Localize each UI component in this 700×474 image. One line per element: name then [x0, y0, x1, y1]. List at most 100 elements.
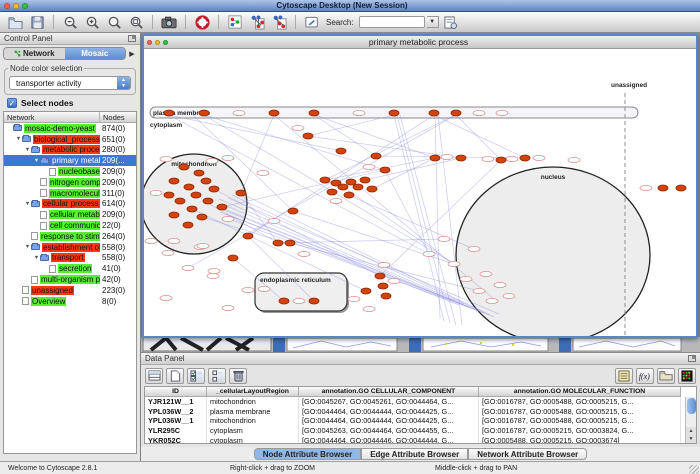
tree-column-nodes[interactable]: Nodes [100, 112, 136, 122]
resize-grip[interactable] [689, 465, 699, 474]
graph-node[interactable] [360, 177, 370, 183]
tree-row[interactable]: unassigned223(0) [4, 285, 136, 296]
tree-expander-icon[interactable]: ▼ [15, 136, 22, 142]
tab-network-attribute-browser[interactable]: Network Attribute Browser [468, 448, 587, 460]
graph-node[interactable] [371, 153, 381, 159]
tree-expander-icon[interactable]: ▼ [33, 255, 40, 261]
float-data-panel-icon[interactable] [688, 355, 696, 362]
graph-node[interactable] [191, 192, 201, 198]
tree-row[interactable]: cellular metabo209(0) [4, 209, 136, 220]
graph-node[interactable] [228, 255, 238, 261]
graph-node[interactable] [169, 212, 179, 218]
layout-b-icon[interactable] [269, 14, 289, 31]
tree-column-network[interactable]: Network [4, 112, 100, 122]
minimize-window-button[interactable] [13, 3, 19, 9]
tab-node-attribute-browser[interactable]: Node Attribute Browser [254, 448, 362, 460]
filter-icon[interactable] [441, 14, 461, 31]
graph-node[interactable] [346, 179, 356, 185]
table-column-header[interactable]: _cellularLayoutRegion [207, 387, 299, 397]
table-row[interactable]: YJR121W__1mitochondrion[GO:0045267, GO:0… [145, 397, 696, 407]
table-column-header[interactable]: ID [145, 387, 207, 397]
graph-node[interactable] [209, 186, 219, 192]
graph-node[interactable] [288, 208, 298, 214]
tree-row[interactable]: multi-organism pro42(0) [4, 274, 136, 285]
tree-row[interactable]: nitrogen compo209(0) [4, 177, 136, 188]
view-minimize-button[interactable] [155, 40, 160, 45]
graph-node[interactable] [381, 293, 391, 299]
zoom-fit-icon[interactable] [104, 14, 124, 31]
layout-a-icon[interactable] [247, 14, 267, 31]
tree-row[interactable]: cell communicat22(0) [4, 220, 136, 231]
tree-expander-icon[interactable]: ▼ [24, 201, 31, 207]
search-input[interactable] [359, 16, 425, 28]
delete-attribute-icon[interactable] [229, 368, 247, 384]
graph-node[interactable] [496, 157, 506, 163]
graph-node[interactable] [164, 110, 174, 116]
table-row[interactable]: YPL036W__1mitochondrion[GO:0044464, GO:0… [145, 416, 696, 426]
graph-node[interactable] [179, 164, 189, 170]
graph-node[interactable] [344, 192, 354, 198]
graph-node[interactable] [203, 198, 213, 204]
float-panel-icon[interactable] [128, 35, 136, 42]
snapshot-icon[interactable] [159, 14, 179, 31]
table-row[interactable]: YPL036W__2plasma membrane[GO:0044464, GO… [145, 407, 696, 417]
tab-mosaic[interactable]: Mosaic [65, 48, 126, 59]
zoom-in-icon[interactable] [82, 14, 102, 31]
graph-node[interactable] [338, 184, 348, 190]
view-close-button[interactable] [147, 40, 152, 45]
zoom-out-icon[interactable] [60, 14, 80, 31]
table-scroll-arrows[interactable]: ▲▼ [685, 427, 696, 443]
graph-node[interactable] [336, 148, 346, 154]
graph-node[interactable] [430, 155, 440, 161]
annotation-icon[interactable] [302, 14, 322, 31]
select-nodes-checkbox[interactable] [7, 98, 17, 108]
graph-node[interactable] [353, 184, 363, 190]
table-row[interactable]: YKR052Ccytoplasm[GO:0044464, GO:0044446,… [145, 436, 696, 444]
attribute-list-icon[interactable] [615, 368, 633, 384]
graph-node[interactable] [456, 155, 466, 161]
import-attributes-icon[interactable] [657, 368, 675, 384]
network-view-titlebar[interactable]: primary metabolic process [144, 36, 696, 49]
graph-node[interactable] [194, 170, 204, 176]
tree-expander-icon[interactable]: ▼ [24, 147, 31, 153]
graph-node[interactable] [285, 240, 295, 246]
graph-node[interactable] [676, 185, 686, 191]
function-builder-icon[interactable]: f(x) [636, 368, 654, 384]
attribute-matrix-icon[interactable] [145, 368, 163, 384]
graph-node[interactable] [183, 222, 193, 228]
graph-node[interactable] [169, 178, 179, 184]
graph-node[interactable] [243, 233, 253, 239]
graph-node[interactable] [217, 204, 227, 210]
graph-node[interactable] [201, 178, 211, 184]
graph-node[interactable] [367, 186, 377, 192]
heatmap-icon[interactable] [678, 368, 696, 384]
tree-expander-icon[interactable]: ▼ [33, 158, 40, 164]
graph-node[interactable] [658, 185, 668, 191]
graph-node[interactable] [451, 110, 461, 116]
tree-row[interactable]: Overview8(0) [4, 296, 136, 307]
graph-node[interactable] [520, 155, 530, 161]
graph-node[interactable] [175, 198, 185, 204]
new-attribute-icon[interactable] [166, 368, 184, 384]
close-window-button[interactable] [4, 3, 10, 9]
graph-node[interactable] [320, 177, 330, 183]
graph-node[interactable] [187, 206, 197, 212]
tree-row[interactable]: response to stimulu264(0) [4, 231, 136, 242]
graph-node[interactable] [361, 288, 371, 294]
table-column-header[interactable]: annotation.GO MOLECULAR_FUNCTION [479, 387, 681, 397]
graph-node[interactable] [236, 190, 246, 196]
graph-node[interactable] [327, 189, 337, 195]
tab-overflow-icon[interactable]: ▶ [127, 47, 137, 60]
tree-expander-icon[interactable]: ▼ [24, 244, 31, 250]
tree-row[interactable]: ▼transport558(0) [4, 253, 136, 264]
graph-node[interactable] [273, 240, 283, 246]
help-icon[interactable] [192, 14, 212, 31]
tree-row[interactable]: ▼cellular process614(0) [4, 199, 136, 210]
tree-row[interactable]: mosaic-demo-yeast874(0) [4, 123, 136, 134]
network-canvas[interactable]: plasma membranecytoplasmmitochondrionnuc… [144, 49, 696, 336]
graph-node[interactable] [309, 110, 319, 116]
graph-node[interactable] [184, 184, 194, 190]
select-attributes-icon[interactable] [187, 368, 205, 384]
graph-node[interactable] [380, 167, 390, 173]
graph-node[interactable] [269, 110, 279, 116]
